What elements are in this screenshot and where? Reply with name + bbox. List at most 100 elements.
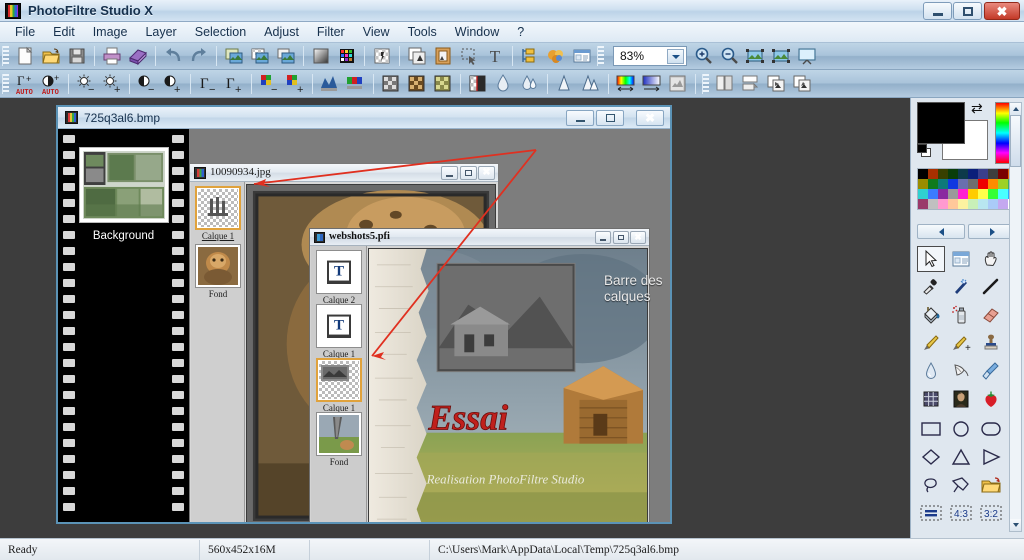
foreground-color-swatch[interactable] [917,102,965,144]
color-swatch[interactable] [978,169,988,179]
color-swatch[interactable] [918,189,928,199]
color-swatch[interactable] [948,179,958,189]
jpg-maximize-button[interactable] [460,166,477,180]
color-swatch[interactable] [998,199,1008,209]
contrast-up-icon[interactable]: + [161,72,185,95]
module-icon[interactable] [570,45,594,68]
document-window-jpg-titlebar[interactable]: 10090934.jpg ✖ [190,164,498,182]
color-swatch[interactable] [948,189,958,199]
zoom-in-icon[interactable] [691,45,715,68]
menu-item-view[interactable]: View [354,23,399,41]
text-tool-icon[interactable]: T [483,45,507,68]
color-swatch[interactable] [988,179,998,189]
layer-thumbnail[interactable]: T [316,250,362,294]
color-swatch[interactable] [998,169,1008,179]
color-swatch[interactable] [988,199,998,209]
duplicate-image-icon[interactable] [274,45,298,68]
palette-scrollbar[interactable] [1009,102,1022,532]
toolbar-panel-icon[interactable] [947,246,975,272]
histogram-icon[interactable] [318,72,342,95]
color-swatch[interactable] [918,179,928,189]
color-grid[interactable] [917,168,1018,210]
fit-image-icon[interactable] [743,45,767,68]
layer-item[interactable]: Calque 1 [316,358,362,413]
page-setup-icon[interactable] [739,72,763,95]
colorize-icon[interactable] [640,72,664,95]
jpg-layers-panel[interactable]: Calque 1 Fond [191,182,245,522]
magic-wand-tool-icon[interactable] [947,274,975,300]
blur-tool-icon[interactable] [917,358,945,384]
eraser-tool-icon[interactable] [977,302,1005,328]
triangle-shape-icon[interactable] [947,444,975,470]
brightness-up-icon[interactable]: + [100,72,124,95]
default-colors-icon[interactable] [917,144,933,159]
sharpen-icon[interactable] [553,72,577,95]
color-swatch[interactable] [928,199,938,209]
color-swatch[interactable] [998,179,1008,189]
menu-item-layer[interactable]: Layer [136,23,185,41]
palette-prev-button[interactable] [917,224,965,239]
pfi-maximize-button[interactable] [613,231,629,244]
blur-more-icon[interactable] [518,72,542,95]
save-file-icon[interactable] [65,45,89,68]
brightness-down-icon[interactable]: − [74,72,98,95]
window-maximize-button[interactable] [953,2,982,20]
color-swatch[interactable] [968,189,978,199]
actual-size-icon[interactable] [769,45,793,68]
color-swatch[interactable] [978,179,988,189]
duotone-icon[interactable] [431,72,455,95]
gamma-down-icon[interactable]: Γ − [196,72,220,95]
color-swatch[interactable] [938,189,948,199]
color-swatch[interactable] [968,169,978,179]
color-swatch[interactable] [978,189,988,199]
document-window-pfi[interactable]: webshots5.pfi ✖ T Calque 2 T Calque 1 Ca… [309,228,650,522]
scan-icon[interactable] [126,45,150,68]
grayscale-icon[interactable] [379,72,403,95]
bmp-maximize-button[interactable] [596,110,624,126]
flip-vertical-icon[interactable] [791,72,815,95]
color-swatch[interactable] [958,169,968,179]
scroll-up-button[interactable] [1010,103,1021,115]
split-view-icon[interactable] [713,72,737,95]
load-shape-icon[interactable] [977,472,1005,498]
menu-item-window[interactable]: Window [446,23,508,41]
toolbar-grip[interactable] [2,73,9,94]
color-swatch[interactable] [918,169,928,179]
color-swatch[interactable] [968,199,978,209]
color-swatch[interactable] [968,179,978,189]
menu-item-adjust[interactable]: Adjust [255,23,308,41]
chevron-down-icon[interactable] [667,49,684,64]
color-swatch[interactable] [978,199,988,209]
layer-item[interactable]: T Calque 2 [316,250,362,305]
ellipse-shape-icon[interactable] [947,416,975,442]
gamma-up-icon[interactable]: Γ + [222,72,246,95]
toolbar-grip[interactable] [702,73,709,94]
toolbar-grip[interactable] [2,46,9,66]
color-swatch[interactable] [958,199,968,209]
color-palette-icon[interactable] [335,45,359,68]
filmstrip-thumbnail-frame[interactable] [79,147,169,223]
color-swatch[interactable] [928,179,938,189]
frame-icon[interactable] [431,45,455,68]
gradient-icon[interactable] [309,45,333,68]
color-swatch[interactable] [938,169,948,179]
document-window-bmp-titlebar[interactable]: 725q3al6.bmp ✖ [58,107,670,129]
scroll-down-button[interactable] [1010,519,1021,531]
color-swatch[interactable] [918,199,928,209]
toolbar-grip[interactable] [597,46,604,66]
color-swatch[interactable] [988,169,998,179]
pfi-minimize-button[interactable] [595,231,611,244]
layer-duplicate-icon[interactable] [405,45,429,68]
layer-item[interactable]: Fond [316,412,362,467]
layer-thumbnail[interactable]: T [316,304,362,348]
menu-item-file[interactable]: File [6,23,44,41]
color-swatch[interactable] [988,189,998,199]
layer-thumbnail[interactable] [316,412,362,456]
texture-icon[interactable] [666,72,690,95]
document-window-pfi-titlebar[interactable]: webshots5.pfi ✖ [310,229,649,246]
paintbrush-tool-icon[interactable] [917,330,945,356]
window-close-button[interactable]: ✖ [984,2,1020,20]
negative-icon[interactable] [466,72,490,95]
auto-levels-icon[interactable]: Γ + AUTO [13,72,37,96]
menu-item-tools[interactable]: Tools [399,23,446,41]
